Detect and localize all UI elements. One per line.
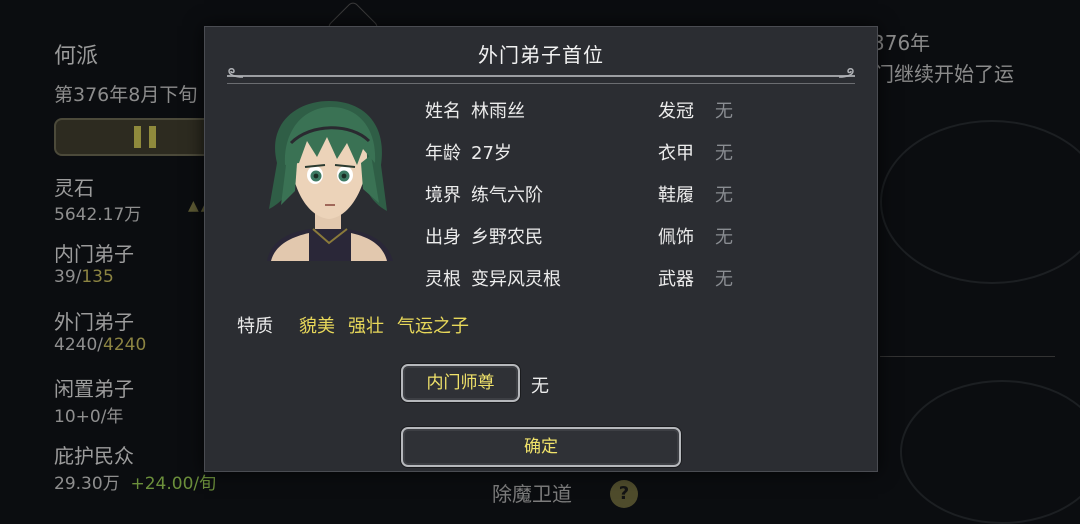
stat-value-idle-disciples: 10+0/年	[54, 407, 124, 427]
attr-label-realm: 境界	[425, 185, 461, 206]
attr-label-name: 姓名	[425, 101, 461, 122]
help-icon[interactable]: ?	[610, 480, 638, 508]
trait-strong: 强壮	[348, 316, 384, 337]
trait-beautiful: 貌美	[299, 316, 335, 337]
confirm-button[interactable]: 确定	[401, 427, 681, 467]
stat-value-outer-disciples: 4240/4240	[54, 335, 147, 355]
cloud-ornament-icon	[838, 68, 854, 78]
equip-slot-crown[interactable]: 无	[715, 97, 733, 123]
equip-slot-shoes[interactable]: 无	[715, 181, 733, 207]
equip-label-crown: 发冠	[658, 101, 694, 122]
traits-label: 特质	[237, 316, 273, 337]
trait-fortune-child: 气运之子	[397, 316, 469, 337]
equip-label-weapon: 武器	[658, 269, 694, 290]
stat-label-idle-disciples: 闲置弟子	[54, 377, 134, 401]
attr-label-spirit-root: 灵根	[425, 269, 461, 290]
attr-label-origin: 出身	[425, 227, 461, 248]
pause-icon	[134, 126, 141, 148]
cloud-decoration	[880, 120, 1080, 284]
equip-label-armor: 衣甲	[658, 143, 694, 164]
dialog-header: 外门弟子首位	[205, 27, 877, 84]
equip-slot-weapon[interactable]: 无	[715, 265, 733, 291]
attr-label-age: 年龄	[425, 143, 461, 164]
attr-value-age: 27岁	[471, 143, 512, 164]
inner-mentor-button[interactable]: 内门师尊	[401, 364, 520, 402]
header-divider	[227, 75, 855, 84]
attr-value-name: 林雨丝	[471, 101, 525, 122]
attr-value-spirit-root: 变异风灵根	[471, 269, 561, 290]
inner-mentor-value: 无	[531, 376, 549, 397]
stat-label-spirit-stones: 灵石	[54, 176, 94, 200]
stat-value-spirit-stones: 5642.17万	[54, 205, 142, 225]
stat-value-protected-people: 29.30万 +24.00/旬	[54, 474, 217, 494]
dialog-title: 外门弟子首位	[478, 43, 604, 67]
sect-name: 何派	[54, 44, 99, 69]
attr-value-realm: 练气六阶	[471, 185, 543, 206]
cloud-decoration	[900, 380, 1080, 524]
bottom-menu-label[interactable]: 除魔卫道	[492, 478, 572, 507]
stat-value-inner-disciples: 39/135	[54, 267, 114, 287]
disciple-portrait	[267, 101, 393, 261]
game-date: 第376年8月下旬	[54, 84, 198, 106]
disciple-detail-dialog: 外门弟子首位 姓名 林雨丝 年龄 27岁 境界 练气六阶 出身 乡野农民 灵根 …	[204, 26, 878, 472]
divider	[880, 356, 1055, 357]
equip-slot-armor[interactable]: 无	[715, 139, 733, 165]
attr-value-origin: 乡野农民	[471, 227, 543, 248]
equip-label-accessory: 佩饰	[658, 227, 694, 248]
stat-label-inner-disciples: 内门弟子	[54, 242, 134, 266]
stat-label-protected-people: 庇护民众	[54, 444, 134, 468]
equip-label-shoes: 鞋履	[658, 185, 694, 206]
equip-slot-accessory[interactable]: 无	[715, 223, 733, 249]
stat-label-outer-disciples: 外门弟子	[54, 310, 134, 334]
cloud-ornament-icon	[228, 68, 244, 78]
